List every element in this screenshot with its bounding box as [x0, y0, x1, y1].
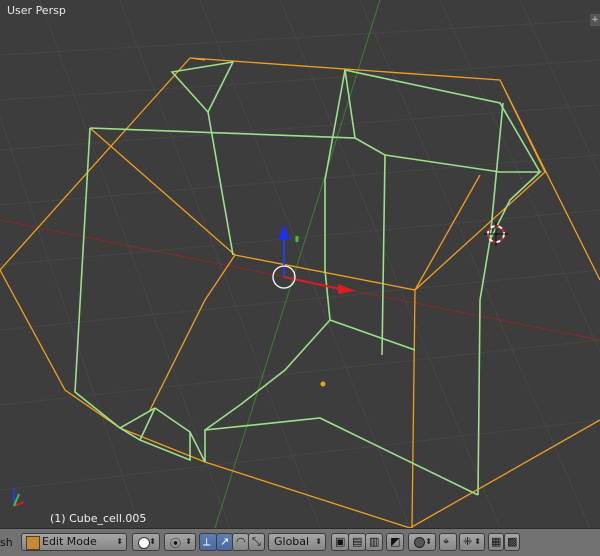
translate-icon: ↗ [220, 535, 230, 548]
camera-icon: ▩ [507, 535, 518, 548]
face-select-button[interactable]: ▥ [365, 533, 383, 551]
vertex-select-icon: ▣ [335, 535, 346, 548]
viewport-title: User Persp [7, 4, 66, 17]
scale-toggle[interactable]: ⤡ [248, 533, 265, 551]
transform-orientation-select[interactable]: Global ⬍ [268, 533, 326, 551]
viewport-corner-widget[interactable]: + [590, 14, 600, 26]
viewport-shading-icon [138, 537, 150, 549]
editor-menu-fragment[interactable]: sh [0, 536, 13, 549]
viewport-header: sh Edit Mode ⬍ ⬍ ⦿ ⬍ ⟂ ↗ ◠ ⤡ Global ⬍ ▣ … [0, 528, 600, 556]
chevron-updown-icon: ⬍ [149, 537, 156, 546]
chevron-updown-icon: ⬍ [116, 537, 123, 546]
edit-mode-icon [26, 536, 40, 550]
proportional-edit-icon [414, 537, 425, 548]
render-icon: ▦ [491, 535, 502, 548]
snap-element-icon: ⁜ [463, 535, 473, 548]
pivot-icon: ⦿ [170, 537, 181, 550]
rotate-icon: ◠ [236, 535, 246, 548]
scale-icon: ⤡ [252, 535, 261, 548]
translate-toggle[interactable]: ↗ [216, 533, 233, 551]
limit-selection-button[interactable]: ◩ [386, 533, 404, 551]
active-object-label: (1) Cube_cell.005 [50, 512, 147, 525]
mode-select[interactable]: Edit Mode ⬍ [21, 533, 127, 551]
snap-element-select[interactable]: ⁜ ⬍ [459, 533, 485, 551]
chevron-updown-icon: ⬍ [185, 537, 192, 546]
scene-canvas[interactable] [0, 0, 600, 528]
transform-orientation-label: Global [274, 535, 310, 548]
manipulator-toggle-icon: ⟂ [203, 535, 211, 548]
limit-selection-icon: ◩ [390, 535, 401, 548]
axis-gizmo-icon [13, 488, 25, 507]
face-select-icon: ▥ [369, 535, 380, 548]
3d-cursor-icon [484, 222, 508, 246]
origin-dot [320, 381, 326, 387]
mode-select-label: Edit Mode [42, 535, 97, 548]
manipulator-icon[interactable] [272, 224, 356, 294]
proportional-edit-select[interactable]: ⬍ [408, 533, 436, 551]
rotate-toggle[interactable]: ◠ [232, 533, 249, 551]
vertex-select-button[interactable]: ▣ [331, 533, 349, 551]
floor-grid [0, 0, 600, 528]
edge-select-icon: ▤ [352, 535, 363, 548]
pivot-point-select[interactable]: ⦿ ⬍ [164, 533, 196, 551]
manipulator-toggle[interactable]: ⟂ [199, 533, 217, 551]
chevron-updown-icon: ⬍ [474, 537, 481, 546]
edge-select-button[interactable]: ▤ [348, 533, 366, 551]
3d-viewport[interactable]: User Persp (1) Cube_cell.005 + [0, 0, 600, 528]
snap-icon: ⌖ [443, 535, 450, 548]
render-animation-button[interactable]: ▩ [504, 533, 520, 551]
chevron-updown-icon: ⬍ [425, 537, 432, 546]
snap-toggle[interactable]: ⌖ [439, 533, 457, 551]
viewport-shading-select[interactable]: ⬍ [132, 533, 160, 551]
chevron-updown-icon: ⬍ [315, 537, 322, 546]
render-button[interactable]: ▦ [488, 533, 504, 551]
